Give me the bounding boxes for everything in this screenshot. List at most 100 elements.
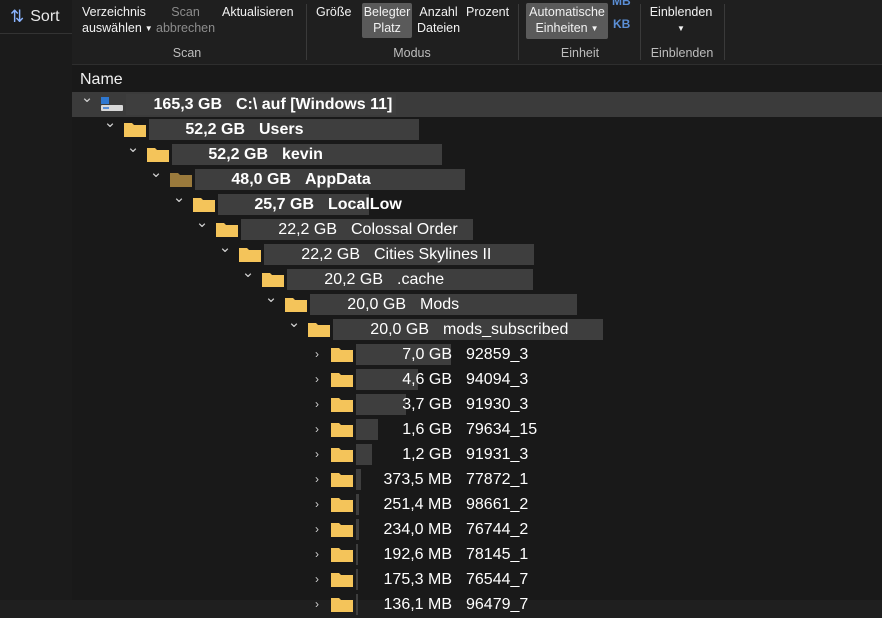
chevron-right-icon[interactable]: › bbox=[310, 497, 324, 511]
tree-row[interactable]: ⌄ 52,2 GB kevin bbox=[72, 140, 882, 167]
item-name: Colossal Order bbox=[351, 221, 458, 238]
unit-auto-label-1: Automatische bbox=[529, 5, 605, 19]
item-name: 79634_15 bbox=[466, 421, 538, 438]
chevron-down-icon[interactable]: ⌄ bbox=[149, 165, 163, 180]
chevron-down-icon[interactable]: ⌄ bbox=[126, 140, 140, 155]
group-label-unit: Einheit bbox=[560, 46, 600, 60]
item-name: .cache bbox=[397, 271, 445, 288]
tree-row[interactable]: ⌄ 20,0 GB Mods bbox=[72, 290, 882, 317]
tree-row[interactable]: › 192,6 MB 78145_1 bbox=[72, 542, 882, 567]
tree-row[interactable]: ⌄ 25,7 GB LocalLow bbox=[72, 190, 882, 217]
size-value: 25,7 GB bbox=[254, 196, 314, 213]
tree-row[interactable]: ⌄ 20,0 GB mods_subscribed bbox=[72, 315, 882, 342]
tree-row[interactable]: › 136,1 MB 96479_7 bbox=[72, 592, 882, 617]
folder-icon bbox=[330, 571, 354, 588]
select-directory-label-2: auswählen bbox=[82, 21, 142, 35]
chevron-down-icon[interactable]: ⌄ bbox=[103, 115, 117, 130]
folder-icon bbox=[261, 271, 285, 288]
column-header-name[interactable]: Name bbox=[72, 65, 882, 93]
tree-row[interactable]: ⌄ 22,2 GB Cities Skylines II bbox=[72, 240, 882, 267]
chevron-right-icon[interactable]: › bbox=[310, 347, 324, 361]
chevron-down-icon[interactable]: ⌄ bbox=[80, 90, 94, 105]
chevron-right-icon[interactable]: › bbox=[310, 597, 324, 611]
sidebar: ⇅ Sort bbox=[0, 0, 73, 600]
folder-icon bbox=[330, 346, 354, 363]
select-directory-button[interactable]: Verzeichnis auswählen ▼ bbox=[82, 4, 153, 37]
chevron-right-icon[interactable]: › bbox=[310, 522, 324, 536]
chevron-down-icon[interactable]: ⌄ bbox=[195, 215, 209, 230]
folder-icon bbox=[330, 596, 354, 613]
size-value: 7,0 GB bbox=[402, 346, 452, 363]
folder-dim-icon bbox=[169, 171, 193, 188]
chevron-right-icon[interactable]: › bbox=[310, 547, 324, 561]
unit-kb-button[interactable]: KB bbox=[613, 17, 630, 31]
tree-row[interactable]: › 1,2 GB 91931_3 bbox=[72, 442, 882, 467]
cancel-scan-label-1: Scan bbox=[171, 5, 200, 19]
item-name: LocalLow bbox=[328, 196, 402, 213]
chevron-right-icon[interactable]: › bbox=[310, 447, 324, 461]
cancel-scan-button[interactable]: Scan abbrechen bbox=[156, 4, 215, 36]
tree-row[interactable]: ⌄ 22,2 GB Colossal Order bbox=[72, 215, 882, 242]
size-value: 48,0 GB bbox=[231, 171, 291, 188]
folder-tree: Name ⌄ 165,3 GB C:\ auf [Windows 11] ⌄ 52,2 … bbox=[72, 65, 882, 615]
mode-file-count-label-1: Anzahl bbox=[419, 5, 458, 19]
chevron-down-icon[interactable]: ⌄ bbox=[264, 290, 278, 305]
item-name: 91930_3 bbox=[466, 396, 529, 413]
mode-file-count-button[interactable]: Anzahl Dateien bbox=[417, 4, 460, 36]
refresh-button[interactable]: Aktualisieren bbox=[222, 4, 294, 20]
item-name: 96479_7 bbox=[466, 596, 529, 613]
tree-row[interactable]: › 373,5 MB 77872_1 bbox=[72, 467, 882, 492]
folder-icon bbox=[330, 421, 354, 438]
folder-icon bbox=[330, 471, 354, 488]
group-divider bbox=[518, 4, 519, 60]
size-value: 373,5 MB bbox=[383, 471, 452, 488]
size-value: 3,7 GB bbox=[402, 396, 452, 413]
cancel-scan-label-2: abbrechen bbox=[156, 21, 216, 35]
item-name: 77872_1 bbox=[466, 471, 529, 488]
mode-allocated-button[interactable]: Belegter Platz bbox=[362, 3, 412, 38]
mode-allocated-label-1: Belegter bbox=[363, 5, 411, 19]
tree-row[interactable]: › 3,7 GB 91930_3 bbox=[72, 392, 882, 417]
chevron-down-icon[interactable]: ⌄ bbox=[241, 265, 255, 280]
chevron-down-icon[interactable]: ⌄ bbox=[287, 315, 301, 330]
mode-percent-label: Prozent bbox=[466, 5, 510, 19]
size-value: 20,0 GB bbox=[347, 296, 406, 313]
chevron-right-icon[interactable]: › bbox=[310, 372, 324, 386]
item-name: 76544_7 bbox=[466, 571, 529, 588]
tree-row[interactable]: › 175,3 MB 76544_7 bbox=[72, 567, 882, 592]
chevron-right-icon[interactable]: › bbox=[310, 397, 324, 411]
tree-row[interactable]: › 1,6 GB 79634_15 bbox=[72, 417, 882, 442]
tree-row[interactable]: ⌄ 165,3 GB C:\ auf [Windows 11] bbox=[72, 90, 882, 117]
mode-size-button[interactable]: Größe bbox=[316, 4, 351, 20]
tree-row[interactable]: › 234,0 MB 76744_2 bbox=[72, 517, 882, 542]
chevron-right-icon[interactable]: › bbox=[310, 472, 324, 486]
unit-auto-button[interactable]: Automatische Einheiten ▼ bbox=[526, 3, 608, 39]
tree-row[interactable]: › 7,0 GB 92859_3 bbox=[72, 342, 882, 367]
chevron-down-icon[interactable]: ⌄ bbox=[218, 240, 232, 255]
size-value: 175,3 MB bbox=[383, 571, 452, 588]
sort-button[interactable]: ⇅ Sort bbox=[0, 0, 82, 33]
size-value: 1,6 GB bbox=[402, 421, 452, 438]
folder-icon bbox=[238, 246, 262, 263]
item-name: 76744_2 bbox=[466, 521, 529, 538]
tree-row[interactable]: › 251,4 MB 98661_2 bbox=[72, 492, 882, 517]
size-value: 192,6 MB bbox=[383, 546, 452, 563]
size-value: 52,2 GB bbox=[185, 121, 245, 138]
chevron-down-icon: ▼ bbox=[590, 24, 599, 33]
unit-mb-button[interactable]: MB bbox=[612, 0, 631, 8]
tree-row[interactable]: ⌄ 20,2 GB .cache bbox=[72, 265, 882, 292]
drive-icon bbox=[100, 96, 124, 113]
tree-row[interactable]: ⌄ 48,0 GB AppData bbox=[72, 165, 882, 192]
size-value: 251,4 MB bbox=[383, 496, 452, 513]
show-dropdown-button[interactable]: Einblenden ▼ bbox=[648, 4, 714, 37]
chevron-right-icon[interactable]: › bbox=[310, 422, 324, 436]
chevron-down-icon[interactable]: ⌄ bbox=[172, 190, 186, 205]
chevron-right-icon[interactable]: › bbox=[310, 572, 324, 586]
mode-percent-button[interactable]: Prozent bbox=[466, 4, 509, 20]
item-name: kevin bbox=[282, 146, 323, 163]
tree-row[interactable]: › 4,6 GB 94094_3 bbox=[72, 367, 882, 392]
item-name: Users bbox=[259, 121, 304, 138]
item-name: Mods bbox=[420, 296, 460, 313]
tree-row[interactable]: ⌄ 52,2 GB Users bbox=[72, 115, 882, 142]
group-divider bbox=[640, 4, 641, 60]
